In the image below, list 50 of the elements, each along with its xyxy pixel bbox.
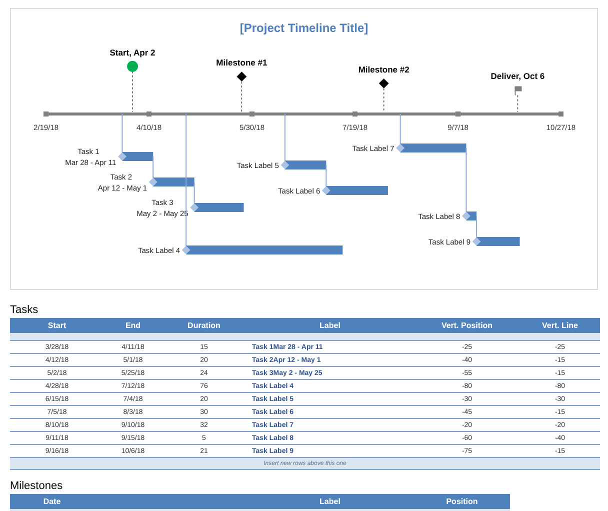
dashed-leader-line bbox=[517, 94, 518, 112]
milestone-label: Milestone #2 bbox=[358, 64, 410, 74]
column-header: Duration bbox=[186, 321, 222, 330]
bar-start-diamond-icon bbox=[472, 237, 481, 246]
section-heading: Tasks bbox=[10, 304, 40, 316]
column-header: Start bbox=[46, 321, 68, 330]
bar-start-diamond-icon bbox=[182, 246, 190, 254]
column-header: End bbox=[124, 321, 142, 330]
task-bar bbox=[400, 144, 466, 152]
milestone-circle-icon bbox=[127, 60, 138, 72]
chart-title: [Project Timeline Title] bbox=[240, 21, 368, 35]
bar-start-diamond-icon bbox=[118, 152, 126, 161]
bar-start-diamond-icon bbox=[280, 160, 290, 170]
bar-start-diamond-icon bbox=[396, 144, 405, 152]
tick-mark bbox=[44, 112, 48, 116]
column-header: Date bbox=[42, 497, 62, 506]
connector-line bbox=[122, 114, 123, 153]
connector-line bbox=[466, 148, 467, 212]
connector-line bbox=[284, 114, 286, 162]
column-header: Label bbox=[318, 497, 342, 506]
column-header: Vert. Line bbox=[540, 321, 579, 330]
task-bar bbox=[476, 237, 520, 246]
column-header: Vert. Position bbox=[440, 321, 494, 330]
dashed-leader-line bbox=[132, 71, 133, 112]
bar-start-diamond-icon bbox=[462, 212, 470, 220]
column-header: Position bbox=[445, 497, 479, 506]
tick-mark bbox=[558, 112, 564, 116]
bar-start-diamond-icon bbox=[148, 178, 158, 186]
connector-line bbox=[476, 216, 478, 238]
connector-line bbox=[326, 164, 327, 187]
connector-line bbox=[194, 182, 195, 204]
section-heading: Milestones bbox=[10, 480, 64, 492]
connector-line bbox=[400, 114, 401, 144]
task-bar bbox=[122, 152, 154, 161]
milestone-label: Deliver, Oct 6 bbox=[490, 71, 545, 82]
task-bar bbox=[284, 160, 326, 170]
milestone-label: Milestone #1 bbox=[216, 58, 268, 68]
task-bar bbox=[326, 186, 388, 195]
bar-start-diamond-icon bbox=[322, 186, 330, 195]
milestone-diamond-icon bbox=[378, 78, 389, 88]
task-bar bbox=[194, 203, 244, 212]
bar-start-diamond-icon bbox=[190, 203, 199, 212]
column-header: Label bbox=[318, 321, 342, 330]
dashed-leader-line bbox=[241, 81, 242, 112]
flag-icon bbox=[514, 86, 522, 96]
milestone-diamond-icon bbox=[236, 72, 247, 82]
connector-line bbox=[152, 156, 154, 178]
task-bar bbox=[153, 178, 194, 186]
milestone-label: Start, Apr 2 bbox=[110, 47, 156, 58]
dashed-leader-line bbox=[383, 88, 384, 112]
